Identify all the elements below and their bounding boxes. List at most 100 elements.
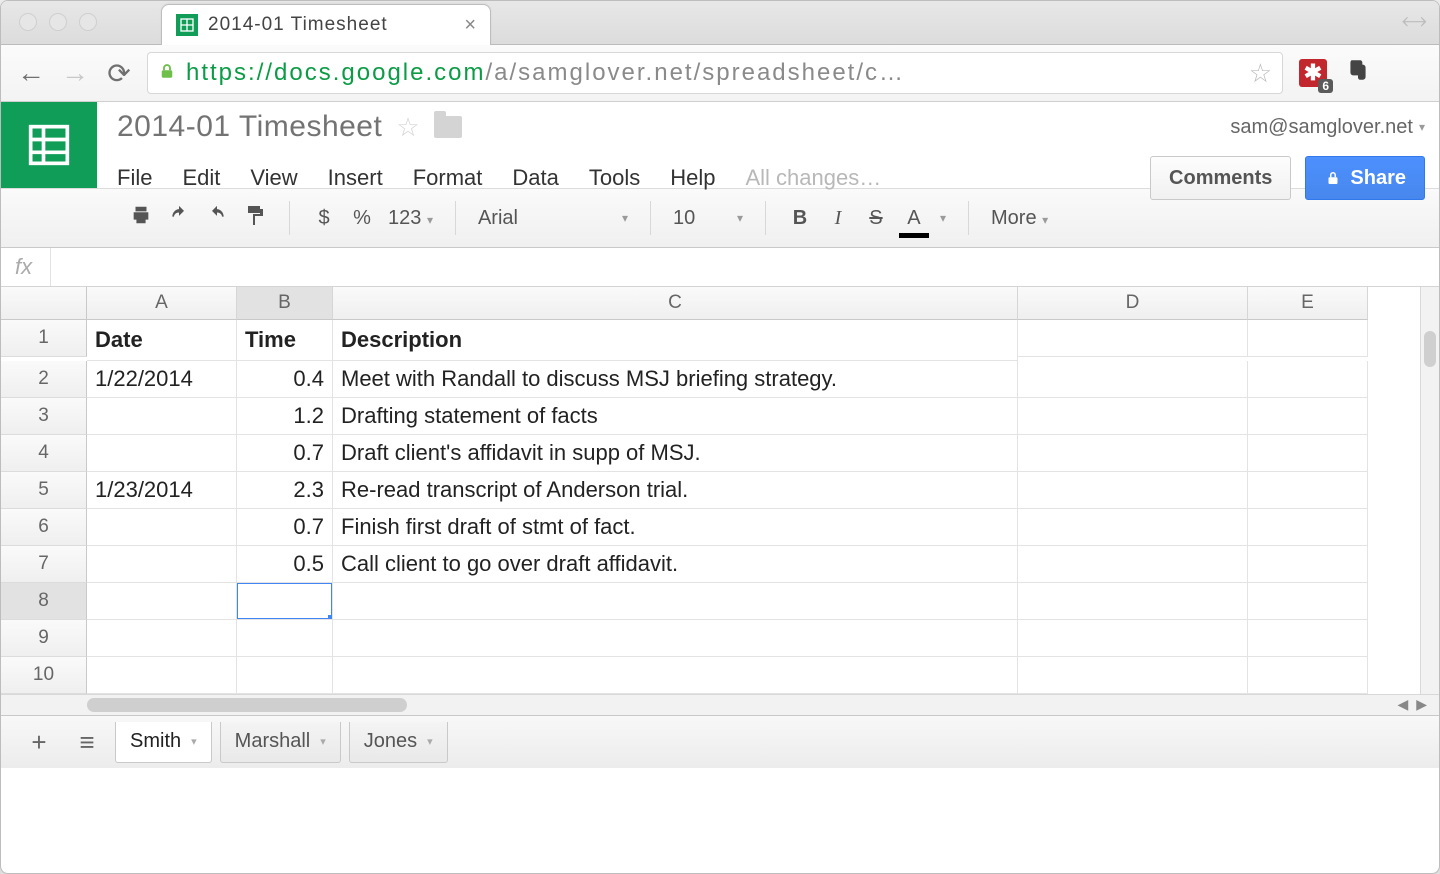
sheet-tab[interactable]: Jones▾: [349, 722, 448, 763]
cell[interactable]: [1018, 472, 1248, 509]
row-header[interactable]: 2: [1, 361, 87, 398]
cell[interactable]: [1248, 320, 1368, 357]
zoom-window-icon[interactable]: [79, 13, 97, 31]
cell[interactable]: [1018, 398, 1248, 435]
cell[interactable]: Date: [87, 320, 237, 361]
all-sheets-button[interactable]: ≡: [67, 724, 107, 760]
chevron-down-icon[interactable]: ▾: [940, 211, 946, 225]
address-bar[interactable]: https://docs.google.com/a/samglover.net/…: [147, 52, 1283, 94]
column-header-B[interactable]: B: [237, 287, 333, 320]
cell[interactable]: [87, 398, 237, 435]
print-icon[interactable]: [129, 204, 153, 232]
star-document-icon[interactable]: ☆: [396, 112, 419, 143]
cell[interactable]: [1018, 546, 1248, 583]
menu-file[interactable]: File: [117, 165, 152, 191]
column-header-E[interactable]: E: [1248, 287, 1368, 320]
cell[interactable]: Drafting statement of facts: [333, 398, 1018, 435]
comments-button[interactable]: Comments: [1150, 156, 1291, 200]
row-header[interactable]: 1: [1, 320, 87, 357]
back-icon[interactable]: ←: [15, 57, 47, 89]
row-header[interactable]: 9: [1, 620, 87, 657]
cell[interactable]: [1018, 320, 1248, 357]
close-window-icon[interactable]: [19, 13, 37, 31]
row-header[interactable]: 6: [1, 509, 87, 546]
paint-format-icon[interactable]: [243, 203, 267, 233]
cell[interactable]: 1/23/2014: [87, 472, 237, 509]
more-toolbar-button[interactable]: More ▾: [991, 207, 1048, 230]
cell[interactable]: [87, 583, 237, 620]
menu-view[interactable]: View: [250, 165, 297, 191]
cell[interactable]: [87, 546, 237, 583]
column-header-A[interactable]: A: [87, 287, 237, 320]
minimize-window-icon[interactable]: [49, 13, 67, 31]
cell[interactable]: [87, 620, 237, 657]
cell[interactable]: [87, 509, 237, 546]
cell[interactable]: [1248, 620, 1368, 657]
cell[interactable]: 1.2: [237, 398, 333, 435]
cell[interactable]: [1248, 472, 1368, 509]
cell[interactable]: 2.3: [237, 472, 333, 509]
cell[interactable]: Finish first draft of stmt of fact.: [333, 509, 1018, 546]
column-header-D[interactable]: D: [1018, 287, 1248, 320]
menu-help[interactable]: Help: [670, 165, 715, 191]
menu-tools[interactable]: Tools: [589, 165, 640, 191]
cell[interactable]: [87, 435, 237, 472]
font-size-dropdown[interactable]: 10▾: [673, 207, 743, 230]
italic-button[interactable]: I: [826, 207, 850, 230]
lastpass-extension-icon[interactable]: ✱6: [1299, 59, 1327, 87]
cell[interactable]: [1248, 546, 1368, 583]
row-header[interactable]: 5: [1, 472, 87, 509]
chevron-down-icon[interactable]: ▾: [320, 735, 326, 748]
active-cell[interactable]: [237, 583, 333, 620]
move-to-folder-icon[interactable]: [434, 116, 462, 138]
cell[interactable]: Call client to go over draft affidavit.: [333, 546, 1018, 583]
horizontal-scrollbar[interactable]: ◀▶: [1, 694, 1439, 715]
menu-insert[interactable]: Insert: [328, 165, 383, 191]
scrollbar-thumb[interactable]: [1424, 331, 1436, 367]
cell[interactable]: Meet with Randall to discuss MSJ briefin…: [333, 361, 1018, 398]
cell[interactable]: 0.7: [237, 509, 333, 546]
menu-edit[interactable]: Edit: [182, 165, 220, 191]
row-header[interactable]: 7: [1, 546, 87, 583]
evernote-extension-icon[interactable]: [1345, 57, 1371, 90]
strikethrough-button[interactable]: S: [864, 207, 888, 230]
tab-close-icon[interactable]: ×: [464, 14, 476, 37]
row-header[interactable]: 10: [1, 657, 87, 694]
forward-icon[interactable]: →: [59, 57, 91, 89]
formula-bar[interactable]: fx |: [1, 248, 1439, 287]
cell[interactable]: [1018, 620, 1248, 657]
row-header[interactable]: 8: [1, 583, 87, 620]
chevron-down-icon[interactable]: ▾: [427, 735, 433, 748]
select-all-corner[interactable]: [1, 287, 87, 320]
cell[interactable]: [1018, 361, 1248, 398]
cell[interactable]: Description: [333, 320, 1018, 361]
font-family-dropdown[interactable]: Arial▾: [478, 207, 628, 230]
cell[interactable]: Draft client's affidavit in supp of MSJ.: [333, 435, 1018, 472]
cell[interactable]: [1248, 398, 1368, 435]
cell[interactable]: [1018, 509, 1248, 546]
format-currency-button[interactable]: $: [312, 207, 336, 230]
redo-icon[interactable]: [205, 205, 229, 231]
cell[interactable]: [333, 620, 1018, 657]
fill-handle-icon[interactable]: [328, 615, 333, 620]
cell[interactable]: [1018, 657, 1248, 694]
cell[interactable]: [1018, 435, 1248, 472]
cell[interactable]: [1018, 583, 1248, 620]
scroll-left-icon[interactable]: ◀: [1397, 696, 1408, 713]
bookmark-star-icon[interactable]: ☆: [1249, 58, 1272, 89]
add-sheet-button[interactable]: +: [19, 724, 59, 760]
column-header-C[interactable]: C: [333, 287, 1018, 320]
sheet-tab[interactable]: Smith▾: [115, 722, 212, 763]
row-header[interactable]: 3: [1, 398, 87, 435]
bold-button[interactable]: B: [788, 207, 812, 230]
cell[interactable]: [1248, 509, 1368, 546]
cell[interactable]: [87, 657, 237, 694]
cell[interactable]: Time: [237, 320, 333, 361]
scrollbar-thumb[interactable]: [87, 698, 407, 712]
cell[interactable]: [1248, 583, 1368, 620]
sheets-app-logo-icon[interactable]: [1, 102, 97, 188]
browser-tab[interactable]: 2014-01 Timesheet ×: [161, 4, 491, 45]
cell[interactable]: 0.7: [237, 435, 333, 472]
document-title[interactable]: 2014-01 Timesheet: [117, 110, 382, 144]
scroll-right-icon[interactable]: ▶: [1416, 696, 1427, 713]
